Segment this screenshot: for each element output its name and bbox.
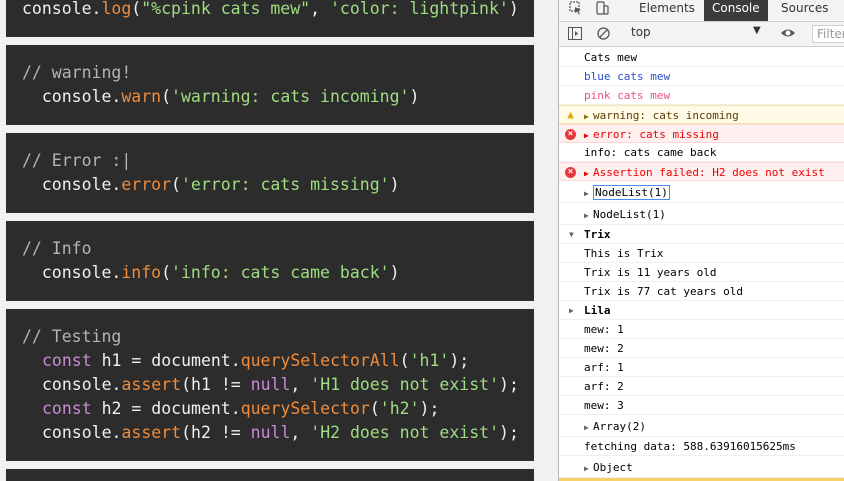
console-warning[interactable]: ▲ ▶ warning: cats incoming: [559, 105, 844, 124]
console-message: mew: 3: [559, 396, 844, 415]
warning-icon: ▲: [567, 108, 574, 121]
code-block-next: [6, 469, 534, 481]
code-line-h2: const h2 = document.querySelector('h2');: [42, 399, 440, 418]
console-error[interactable]: × ▶ error: cats missing: [559, 124, 844, 143]
tab-elements[interactable]: Elements: [639, 0, 695, 21]
console-message: fetching data: 588.63916015625ms: [559, 437, 844, 456]
tab-console[interactable]: Console: [704, 0, 768, 21]
console-message: pink cats mew: [559, 86, 844, 105]
code-comment: // warning!: [22, 63, 132, 82]
console-message: arf: 2: [559, 377, 844, 396]
expand-arrow-icon: ▶: [569, 306, 574, 315]
device-toggle-icon[interactable]: [595, 1, 609, 18]
expand-arrow-icon: ▶: [584, 464, 589, 473]
code-block-error: // Error :| console.error('error: cats m…: [6, 133, 534, 213]
code-line-assert-h1: console.assert(h1 != null, 'H1 does not …: [42, 375, 519, 394]
collapse-arrow-icon: ▼: [569, 230, 574, 239]
console-object[interactable]: ▶ NodeList(1): [559, 204, 844, 225]
console-group-lila[interactable]: ▶ Lila: [559, 301, 844, 320]
console-message: mew: 2: [559, 339, 844, 358]
code-line-warn: console.warn('warning: cats incoming'): [41, 87, 420, 106]
console-message: arf: 1: [559, 358, 844, 377]
console-object[interactable]: ▶ NodeList(1): [559, 182, 844, 203]
console-toolbar: top ▼ Filter: [559, 22, 844, 47]
error-icon: ×: [565, 167, 576, 178]
expand-arrow-icon: ▶: [584, 189, 589, 198]
code-line-h1: const h1 = document.querySelectorAll('h1…: [42, 351, 470, 370]
error-icon: ×: [565, 129, 576, 140]
console-object[interactable]: ▶ Object: [559, 457, 844, 478]
code-block-info: // Info console.info('info: cats came ba…: [6, 221, 534, 301]
code-block-log: console.log("%cpink cats mew", 'color: l…: [6, 0, 534, 37]
devtools-tabbar: Elements Console Sources: [559, 0, 844, 22]
console-message: blue cats mew: [559, 67, 844, 86]
eye-icon[interactable]: [780, 26, 796, 43]
code-block-warn: // warning! console.warn('warning: cats …: [6, 45, 534, 125]
console-message: This is Trix: [559, 244, 844, 263]
code-comment: // Info: [22, 239, 92, 258]
clear-console-icon[interactable]: [597, 27, 610, 43]
console-log: Cats mew blue cats mew pink cats mew ▲ ▶ w…: [559, 48, 844, 481]
code-line-error: console.error('error: cats missing'): [41, 175, 400, 194]
console-message: Trix is 11 years old: [559, 263, 844, 282]
sidebar-toggle-icon[interactable]: [568, 27, 582, 43]
console-object[interactable]: ▶ Array(2): [559, 416, 844, 437]
expand-arrow-icon: ▶: [584, 131, 589, 140]
code-comment: // Error :|: [22, 151, 132, 170]
console-error[interactable]: × ▶ Assertion failed: H2 does not exist: [559, 162, 844, 181]
console-message: Trix is 77 cat years old: [559, 282, 844, 301]
console-message: info: cats came back: [559, 143, 844, 162]
filter-input[interactable]: Filter: [812, 25, 844, 43]
expand-arrow-icon: ▶: [584, 211, 589, 220]
inspect-icon[interactable]: [569, 1, 583, 18]
expand-arrow-icon: ▶: [584, 112, 589, 121]
code-panel: console.log("%cpink cats mew", 'color: l…: [0, 0, 558, 481]
code-block-testing: // Testing const h1 = document.querySele…: [6, 309, 534, 461]
devtools-panel: Elements Console Sources top ▼ Filter Ca…: [558, 0, 844, 481]
code-line-log: console.log("%cpink cats mew", 'color: l…: [22, 0, 519, 18]
console-message: mew: 1: [559, 320, 844, 339]
expand-arrow-icon: ▶: [584, 423, 589, 432]
expand-arrow-icon: ▶: [584, 169, 589, 178]
console-group-trix[interactable]: ▼ Trix: [559, 225, 844, 244]
code-line-info: console.info('info: cats came back'): [41, 263, 400, 282]
code-line-assert-h2: console.assert(h2 != null, 'H2 does not …: [42, 423, 519, 442]
context-selector[interactable]: top: [631, 25, 651, 39]
code-comment: // Testing: [22, 327, 122, 346]
console-message: Cats mew: [559, 48, 844, 67]
tab-sources[interactable]: Sources: [781, 0, 828, 21]
dropdown-arrow-icon[interactable]: ▼: [753, 25, 761, 36]
